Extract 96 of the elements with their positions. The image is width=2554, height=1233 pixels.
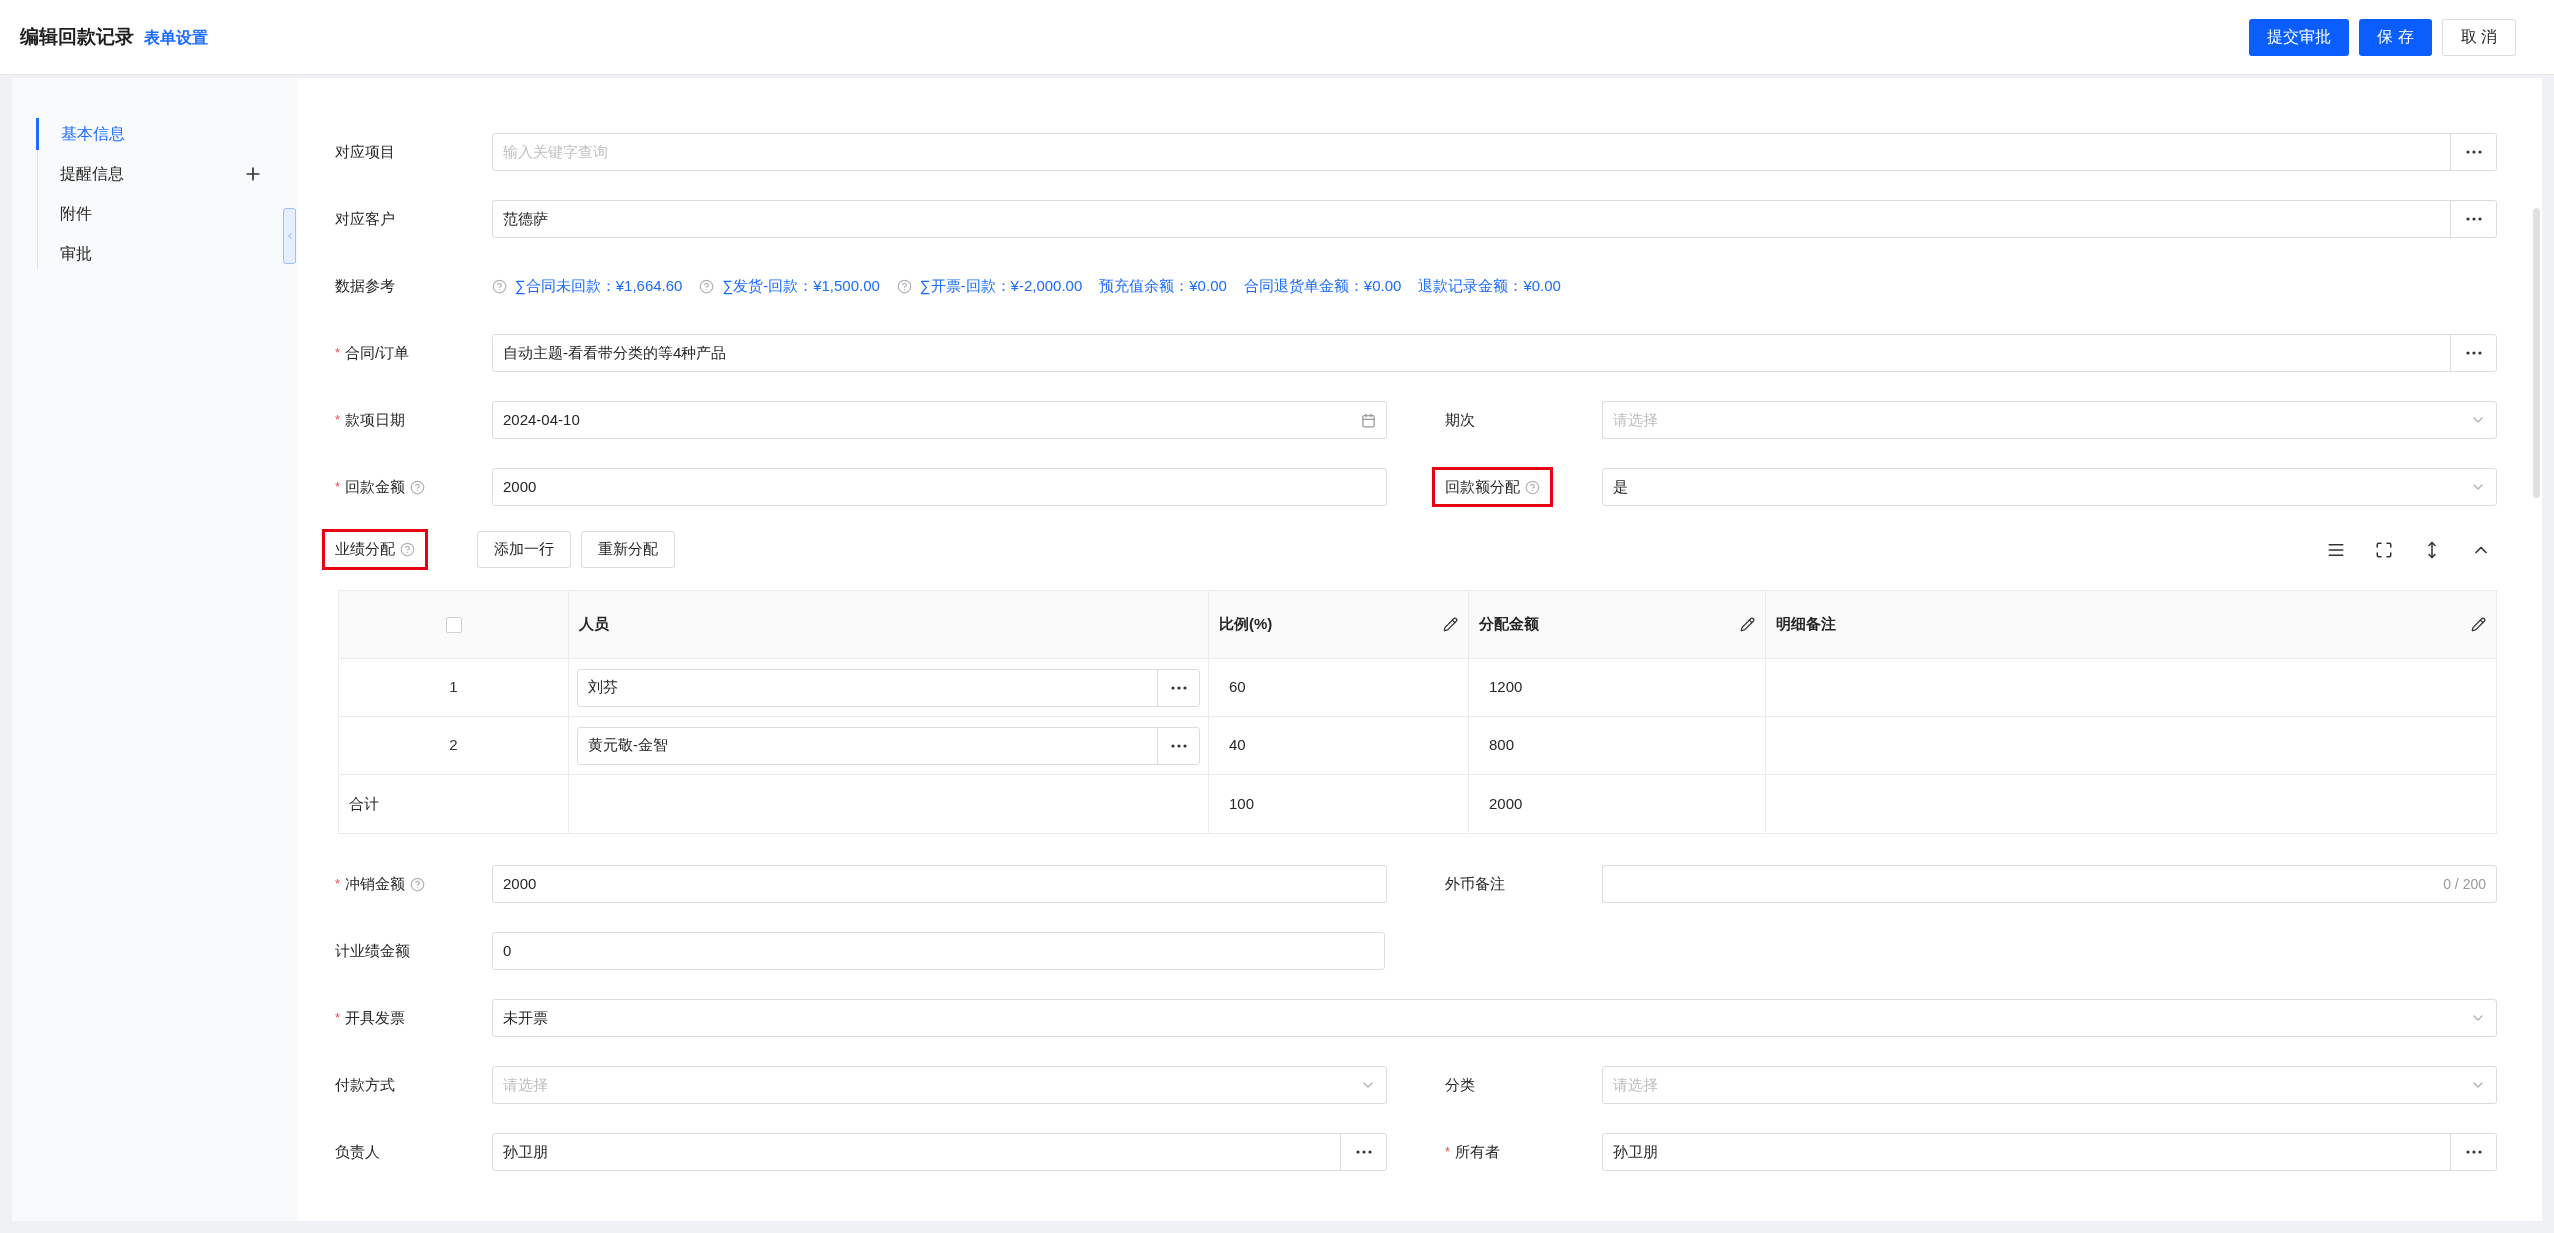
label-text: 付款方式	[335, 1074, 395, 1095]
select-field[interactable]: 未开票	[492, 999, 2497, 1037]
field-value: 是	[1613, 476, 1628, 497]
edit-icon[interactable]	[1740, 617, 1755, 632]
table-cell-text: 60	[1229, 677, 1246, 698]
field-value: 未开票	[503, 1007, 548, 1028]
header-button[interactable]: 取 消	[2441, 18, 2516, 56]
fullscreen-icon[interactable]	[2375, 540, 2393, 559]
edit-icon[interactable]	[1443, 617, 1458, 632]
label-text: 对应项目	[335, 141, 395, 162]
table-cell-text: 1200	[1489, 677, 1523, 698]
label-text: 期次	[1445, 409, 1475, 430]
field-value: 黄元敬-金智	[587, 735, 669, 756]
reference-value: 合同退货单金额：¥0.00	[1243, 275, 1402, 296]
field-value: 2000	[503, 873, 537, 894]
input-field[interactable]: 2000	[492, 468, 1387, 506]
sidebar-item[interactable]: 提醒信息	[38, 158, 124, 190]
required-mark: *	[335, 1009, 341, 1028]
field-placeholder: 输入关键字查询	[503, 141, 608, 162]
label-text: 分类	[1445, 1074, 1475, 1095]
label-text: 合同/订单	[345, 342, 410, 363]
sidebar-item[interactable]: 审批	[38, 238, 92, 270]
field-value: 0	[503, 940, 512, 961]
row-number: 2	[449, 735, 458, 756]
field-placeholder: 请选择	[1613, 1074, 1658, 1095]
table-cell-text: 2000	[1489, 793, 1523, 814]
table-cell-text: 800	[1489, 735, 1515, 756]
field-label: 数据参考	[335, 277, 395, 294]
column-header: 分配金额	[1479, 614, 1539, 635]
label-text: 负责人	[335, 1141, 380, 1162]
column-header: 明细备注	[1776, 614, 1836, 635]
form-settings-link[interactable]: 表单设置	[144, 25, 208, 50]
input-field[interactable]: 2000	[492, 865, 1387, 903]
field-value: 孙卫朋	[503, 1141, 548, 1162]
table-cell-text: 100	[1229, 793, 1255, 814]
collapse-tab[interactable]	[283, 208, 296, 264]
more-icon	[1355, 1150, 1372, 1154]
field-value: 范德萨	[503, 208, 548, 229]
field-placeholder: 请选择	[1613, 409, 1658, 430]
label-text: 计业绩金额	[335, 940, 410, 961]
field-value: 自动主题-看看带分类的等4种产品	[503, 342, 727, 363]
edit-icon[interactable]	[2471, 617, 2486, 632]
lookup-field[interactable]: 孙卫朋	[1602, 1133, 2497, 1171]
required-mark: *	[335, 875, 341, 894]
label-text: 回款金额	[345, 476, 406, 497]
more-icon	[2465, 217, 2482, 221]
more-icon	[2465, 150, 2482, 154]
label-text: 业绩分配	[335, 539, 395, 560]
header-button[interactable]: 提交审批	[2249, 18, 2350, 56]
label-text: 对应客户	[335, 208, 395, 229]
label-text: 开具发票	[345, 1007, 406, 1028]
required-mark: *	[335, 411, 341, 430]
label-text: 回款额分配	[1445, 476, 1520, 497]
sidebar-item[interactable]: 基本信息	[36, 118, 125, 150]
char-counter: 0 / 200	[2443, 874, 2486, 894]
label-text: 款项日期	[345, 409, 406, 430]
lookup-field[interactable]: 范德萨	[492, 200, 2497, 238]
calendar-icon	[1361, 412, 1376, 428]
date-field[interactable]: 2024-04-10	[492, 401, 1387, 439]
table-action-button[interactable]: 重新分配	[581, 531, 675, 568]
sidebar-item[interactable]: 附件	[38, 198, 92, 230]
lookup-field[interactable]: 自动主题-看看带分类的等4种产品	[492, 334, 2497, 372]
field-value: 2000	[503, 476, 537, 497]
header-button[interactable]: 保 存	[2359, 18, 2432, 56]
more-icon	[1170, 743, 1187, 748]
page-title: 编辑回款记录	[20, 24, 134, 49]
more-icon	[2465, 351, 2482, 355]
reference-value: ∑开票-回款：¥-2,000.00	[919, 275, 1083, 297]
label-text: 冲销金额	[345, 873, 406, 894]
reference-value: ∑发货-回款：¥1,500.00	[722, 275, 880, 297]
label-text: 外币备注	[1445, 873, 1505, 894]
field-placeholder: 请选择	[503, 1074, 548, 1095]
lookup-field[interactable]: 孙卫朋	[492, 1133, 1387, 1171]
total-label: 合计	[349, 793, 379, 814]
required-mark: *	[1445, 1143, 1451, 1162]
reference-value: ∑合同未回款：¥1,664.60	[515, 275, 683, 297]
more-icon	[1170, 685, 1187, 690]
select-field[interactable]: 是	[1602, 468, 2497, 506]
person-lookup-field[interactable]: 黄元敬-金智	[577, 726, 1200, 765]
input-field[interactable]: 0	[492, 932, 1385, 970]
required-mark: *	[335, 478, 341, 497]
row-number: 1	[449, 677, 458, 698]
column-header: 人员	[579, 614, 609, 635]
field-value: 孙卫朋	[1613, 1141, 1658, 1162]
reference-value: 预充值余额：¥0.00	[1099, 275, 1227, 296]
table-cell-text: 40	[1229, 735, 1246, 756]
select-all-checkbox[interactable]	[445, 616, 462, 633]
label-text: 所有者	[1455, 1141, 1501, 1162]
required-mark: *	[335, 344, 341, 363]
field-value: 刘芬	[587, 677, 619, 698]
more-icon	[2465, 1150, 2482, 1154]
person-lookup-field[interactable]: 刘芬	[577, 668, 1200, 707]
field-value: 2024-04-10	[503, 409, 580, 430]
reference-value: 退款记录金额：¥0.00	[1418, 275, 1561, 296]
column-header: 比例(%)	[1219, 614, 1273, 635]
table-action-button[interactable]: 添加一行	[477, 531, 571, 568]
